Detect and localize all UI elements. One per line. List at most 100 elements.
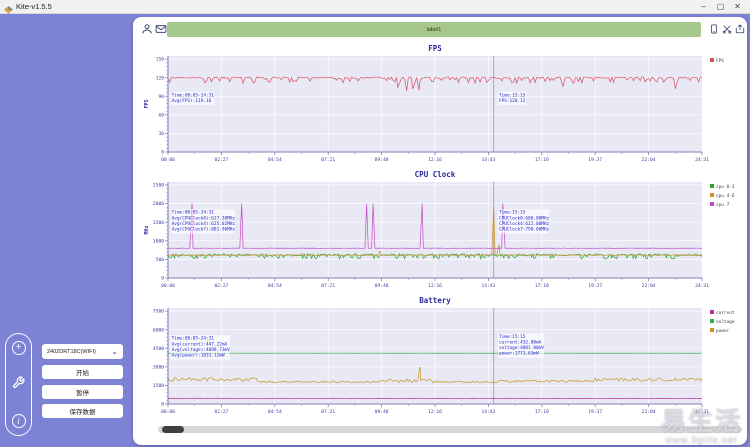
svg-text:02:27: 02:27 — [214, 409, 228, 415]
svg-text:17:10: 17:10 — [535, 157, 549, 163]
cpu-clock-chart[interactable]: 0500100015002000250000:0002:2704:5407:21… — [140, 168, 748, 294]
svg-text:cpu 0-3: cpu 0-3 — [716, 184, 735, 190]
svg-text:0: 0 — [161, 150, 164, 156]
svg-text:FPS: FPS — [428, 44, 442, 53]
svg-text:3000: 3000 — [153, 364, 164, 370]
pause-button[interactable]: 暂停 — [42, 385, 123, 399]
svg-text:Avg(current):447.22mA: Avg(current):447.22mA — [172, 341, 228, 347]
svg-text:00:00: 00:00 — [161, 409, 175, 415]
svg-text:12:16: 12:16 — [428, 283, 442, 289]
svg-text:00:00: 00:00 — [161, 157, 175, 163]
svg-text:14:43: 14:43 — [481, 283, 495, 289]
svg-text:07:21: 07:21 — [321, 283, 335, 289]
svg-text:power: power — [716, 329, 730, 334]
svg-text:Time:15:15: Time:15:15 — [499, 92, 526, 98]
svg-text:17:10: 17:10 — [535, 283, 549, 289]
info-button[interactable]: i — [12, 414, 26, 428]
svg-text:00:00: 00:00 — [161, 283, 175, 289]
device-select-value: 2402DRT18C(WIFI) — [47, 349, 96, 355]
svg-text:1500: 1500 — [153, 383, 164, 389]
chevron-down-icon: ⌄ — [111, 349, 118, 355]
svg-text:24:31: 24:31 — [695, 157, 709, 163]
scissors-icon[interactable] — [722, 24, 732, 34]
label-bar[interactable]: label1 — [167, 22, 701, 37]
svg-text:Avg(voltage):4098.73mV: Avg(voltage):4098.73mV — [172, 347, 231, 353]
svg-text:22:04: 22:04 — [642, 409, 656, 415]
sidebar-tool-group: + i — [5, 333, 32, 436]
mail-icon[interactable] — [155, 23, 167, 35]
app-window: Kite-v1.5.5 – ▢ ✕ + i — [0, 0, 750, 447]
svg-text:CPU Clock: CPU Clock — [415, 170, 456, 179]
svg-text:1000: 1000 — [153, 238, 164, 244]
svg-text:voltage: voltage — [716, 319, 735, 325]
svg-text:90: 90 — [158, 94, 164, 100]
svg-text:12:16: 12:16 — [428, 157, 442, 163]
svg-text:Time:00:05-24:31: Time:00:05-24:31 — [172, 92, 215, 98]
svg-text:120: 120 — [156, 75, 165, 81]
svg-text:FPS: FPS — [716, 58, 724, 64]
titlebar: Kite-v1.5.5 – ▢ ✕ — [0, 0, 750, 14]
svg-text:14:43: 14:43 — [481, 409, 495, 415]
svg-text:Avg(power):1833.12mW: Avg(power):1833.12mW — [172, 352, 225, 358]
maximize-button[interactable]: ▢ — [712, 0, 729, 13]
svg-text:150: 150 — [156, 57, 165, 63]
svg-text:CPUClock4:622.00MHz: CPUClock4:622.00MHz — [499, 221, 550, 227]
svg-text:0: 0 — [161, 276, 164, 282]
svg-text:30: 30 — [158, 131, 164, 137]
svg-text:4500: 4500 — [153, 346, 164, 352]
svg-text:09:48: 09:48 — [375, 409, 389, 415]
svg-text:2500: 2500 — [153, 183, 164, 189]
svg-text:07:21: 07:21 — [321, 409, 335, 415]
svg-text:6000: 6000 — [153, 327, 164, 333]
svg-text:Avg(CPUClock4):625.02MHz: Avg(CPUClock4):625.02MHz — [172, 221, 236, 227]
svg-text:09:48: 09:48 — [375, 283, 389, 289]
svg-text:500: 500 — [156, 257, 165, 263]
timeline-scrollbar-thumb[interactable] — [162, 426, 184, 433]
svg-text:19:37: 19:37 — [588, 409, 602, 415]
save-data-button[interactable]: 保存数据 — [42, 404, 123, 418]
svg-text:Time:00:05-24:31: Time:00:05-24:31 — [172, 336, 215, 342]
svg-text:04:54: 04:54 — [268, 157, 282, 163]
info-circle-icon: i — [17, 417, 20, 426]
svg-text:cpu 7: cpu 7 — [716, 202, 730, 208]
svg-text:17:10: 17:10 — [535, 409, 549, 415]
svg-text:current: current — [716, 310, 735, 316]
wrench-icon[interactable] — [12, 376, 25, 394]
svg-text:22:04: 22:04 — [642, 157, 656, 163]
svg-text:19:37: 19:37 — [588, 283, 602, 289]
svg-text:24:31: 24:31 — [695, 409, 709, 415]
export-icon[interactable] — [735, 24, 745, 34]
svg-text:Avg(FPS):119.16: Avg(FPS):119.16 — [172, 98, 212, 104]
svg-text:12:16: 12:16 — [428, 409, 442, 415]
svg-text:14:43: 14:43 — [481, 157, 495, 163]
svg-text:02:27: 02:27 — [214, 283, 228, 289]
svg-text:MHz: MHz — [144, 225, 150, 234]
start-button[interactable]: 开始 — [42, 365, 123, 379]
close-button[interactable]: ✕ — [729, 0, 746, 13]
svg-text:Time:15:15: Time:15:15 — [499, 210, 526, 216]
svg-text:04:54: 04:54 — [268, 283, 282, 289]
add-device-button[interactable]: + — [12, 341, 26, 355]
svg-text:FPS: FPS — [144, 99, 150, 108]
fps-chart[interactable]: 030609012015000:0002:2704:5407:2109:4812… — [140, 42, 748, 168]
minimize-button[interactable]: – — [695, 0, 712, 13]
svg-text:FPS:120.12: FPS:120.12 — [499, 98, 526, 104]
device-select[interactable]: 2402DRT18C(WIFI) ⌄ — [42, 344, 123, 359]
window-title: Kite-v1.5.5 — [16, 2, 52, 11]
svg-text:Avg(CPUClock0):617.38MHz: Avg(CPUClock0):617.38MHz — [172, 215, 236, 221]
user-icon[interactable] — [141, 23, 153, 35]
svg-text:24:31: 24:31 — [695, 283, 709, 289]
device-icon[interactable] — [709, 24, 719, 34]
label-text: label1 — [427, 27, 442, 33]
svg-text:CPUClock7:798.00MHz: CPUClock7:798.00MHz — [499, 226, 550, 232]
svg-text:Avg(CPUClock7):801.96MHz: Avg(CPUClock7):801.96MHz — [172, 226, 236, 232]
app-icon — [4, 2, 13, 11]
svg-text:1500: 1500 — [153, 220, 164, 226]
svg-text:22:04: 22:04 — [642, 283, 656, 289]
svg-text:19:37: 19:37 — [588, 157, 602, 163]
timeline-scrollbar-track[interactable] — [158, 426, 742, 433]
svg-text:Time:15:15: Time:15:15 — [499, 334, 526, 340]
battery-chart[interactable]: 01500300045006000750000:0002:2704:5407:2… — [140, 294, 748, 420]
svg-text:cpu 4-6: cpu 4-6 — [716, 193, 735, 199]
svg-text:power:1771.63mW: power:1771.63mW — [499, 351, 539, 357]
